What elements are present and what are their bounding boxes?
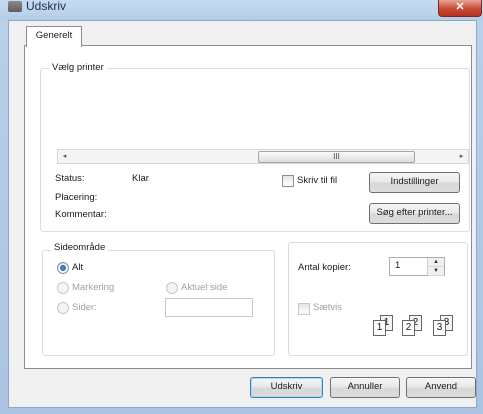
- scrollbar-thumb[interactable]: III: [258, 151, 415, 163]
- status-value: Klar: [132, 173, 149, 184]
- tab-generelt[interactable]: Generelt: [26, 26, 82, 47]
- range-pages-radio[interactable]: [57, 302, 69, 314]
- range-selection-radio[interactable]: [57, 282, 69, 294]
- collate-checkbox[interactable]: [298, 303, 310, 315]
- print-button[interactable]: Udskriv: [250, 377, 323, 398]
- title-bar[interactable]: Udskriv ✕: [0, 0, 483, 20]
- status-label: Status:: [55, 173, 85, 184]
- range-pages-label[interactable]: Sider:: [72, 302, 97, 313]
- copies-value: 1: [395, 260, 401, 271]
- printer-list-scrollbar[interactable]: ◂ III ▸: [57, 149, 469, 164]
- collate-page-icon: 3: [433, 320, 446, 336]
- print-to-file-checkbox[interactable]: [282, 175, 294, 187]
- printer-icon: [8, 1, 22, 12]
- range-all-label[interactable]: Alt: [72, 262, 83, 273]
- collate-page-icon: 2: [402, 320, 415, 336]
- settings-button[interactable]: Indstillinger: [369, 172, 460, 193]
- page-range-legend: Sideområde: [51, 242, 109, 253]
- cancel-button[interactable]: Annuller: [330, 377, 400, 398]
- copies-label: Antal kopier:: [298, 262, 351, 273]
- location-label: Placering:: [55, 192, 98, 203]
- copies-spin-buttons[interactable]: ▲ ▼: [427, 258, 444, 276]
- scroll-right-icon[interactable]: ▸: [455, 150, 468, 163]
- pages-input[interactable]: [165, 298, 253, 317]
- print-dialog-window: Udskriv ✕ Generelt Vælg printer ◂ III ▸ …: [0, 0, 483, 414]
- collate-label[interactable]: Sætvis: [313, 302, 342, 313]
- spin-up-icon[interactable]: ▲: [428, 258, 444, 267]
- range-current-page-label[interactable]: Aktuel side: [181, 282, 227, 293]
- collate-page-icon: 1: [373, 320, 386, 336]
- window-title: Udskriv: [26, 0, 67, 13]
- range-selection-label[interactable]: Markering: [72, 282, 114, 293]
- printer-list[interactable]: [48, 80, 466, 148]
- scroll-left-icon[interactable]: ◂: [58, 150, 71, 163]
- print-to-file-label[interactable]: Skriv til fil: [297, 175, 337, 186]
- select-printer-legend: Vælg printer: [49, 62, 107, 73]
- copies-stepper[interactable]: 1 ▲ ▼: [389, 257, 445, 276]
- comment-label: Kommentar:: [55, 209, 107, 220]
- close-button[interactable]: ✕: [438, 0, 482, 17]
- range-current-page-radio[interactable]: [166, 282, 178, 294]
- find-printer-button[interactable]: Søg efter printer...: [369, 203, 460, 224]
- spin-down-icon[interactable]: ▼: [428, 267, 444, 276]
- apply-button[interactable]: Anvend: [406, 377, 476, 398]
- range-all-radio[interactable]: [57, 262, 69, 274]
